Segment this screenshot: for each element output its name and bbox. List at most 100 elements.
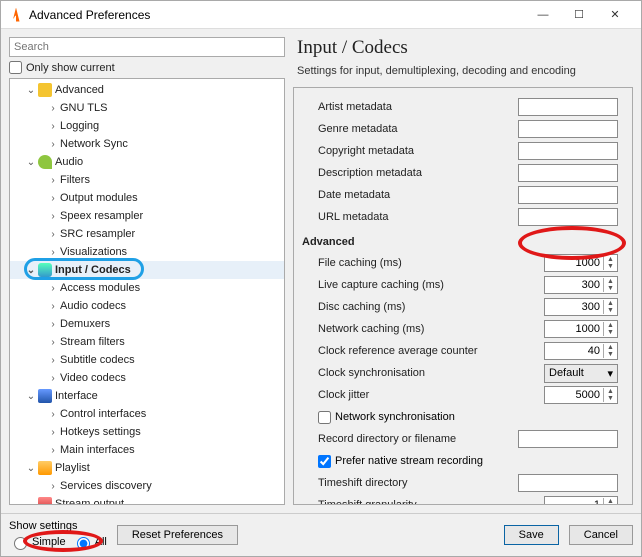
tree-category-audio[interactable]: ⌄Audio [10,153,284,171]
spinner-arrows-icon[interactable]: ▲▼ [603,344,617,358]
chevron-down-icon[interactable]: ⌄ [24,265,38,276]
chevron-right-icon[interactable]: › [46,175,60,186]
input-artist-metadata[interactable] [518,98,618,116]
chevron-right-icon[interactable]: › [46,409,60,420]
input-date-metadata[interactable] [518,186,618,204]
chevron-down-icon[interactable]: ⌄ [24,157,38,168]
chevron-right-icon[interactable]: › [46,481,60,492]
tree-item[interactable]: ›Subtitle codecs [10,351,284,369]
tree-item[interactable]: ›Access modules [10,279,284,297]
spin-clock-jitter[interactable]: ▲▼ [544,386,618,404]
radio-simple[interactable]: Simple [9,534,66,550]
chevron-right-icon[interactable]: › [46,445,60,456]
label-artist: Artist metadata [302,101,512,113]
spinner-arrows-icon[interactable]: ▲▼ [603,278,617,292]
checkbox-network-sync[interactable]: Network synchronisation [302,406,618,428]
spin-disc-caching[interactable]: ▲▼ [544,298,618,316]
show-settings-label: Show settings [9,520,107,532]
tree-item[interactable]: ›Video codecs [10,369,284,387]
label-desc: Description metadata [302,167,512,179]
label-record-dir: Record directory or filename [302,433,512,445]
tree-item[interactable]: ›Visualizations [10,243,284,261]
tree-item[interactable]: ›Stream filters [10,333,284,351]
spin-live-caching[interactable]: ▲▼ [544,276,618,294]
search-input[interactable] [9,37,285,57]
chevron-right-icon[interactable]: › [46,139,60,150]
chevron-right-icon[interactable]: › [46,373,60,384]
only-show-current-checkbox[interactable]: Only show current [9,61,285,74]
chevron-right-icon[interactable]: › [46,427,60,438]
category-icon [38,461,52,475]
close-button[interactable]: ✕ [597,4,633,26]
tree-item[interactable]: ›Network Sync [10,135,284,153]
preferences-tree[interactable]: ⌄Advanced›GNU TLS›Logging›Network Sync⌄A… [9,78,285,505]
chevron-down-icon[interactable]: ⌄ [24,499,38,506]
window-title: Advanced Preferences [29,8,525,22]
tree-item[interactable]: ›SRC resampler [10,225,284,243]
input-timeshift-directory[interactable] [518,474,618,492]
spin-file-caching[interactable]: ▲▼ [544,254,618,272]
select-clock-sync[interactable]: Default▾ [544,364,618,383]
chevron-down-icon[interactable]: ⌄ [24,463,38,474]
tree-item[interactable]: ›Control interfaces [10,405,284,423]
tree-category-advanced[interactable]: ⌄Advanced [10,81,284,99]
label-clock-avg: Clock reference average counter [302,345,538,357]
chevron-down-icon[interactable]: ⌄ [24,391,38,402]
label-network-caching: Network caching (ms) [302,323,538,335]
tree-item[interactable]: ›Main interfaces [10,441,284,459]
input-record-directory[interactable] [518,430,618,448]
category-icon [38,263,52,277]
chevron-right-icon[interactable]: › [46,283,60,294]
chevron-right-icon[interactable]: › [46,301,60,312]
checkbox-prefer-native[interactable]: Prefer native stream recording [302,450,618,472]
spinner-arrows-icon[interactable]: ▲▼ [603,256,617,270]
input-genre-metadata[interactable] [518,120,618,138]
spinner-arrows-icon[interactable]: ▲▼ [603,300,617,314]
spinner-arrows-icon[interactable]: ▲▼ [603,498,617,505]
tree-item[interactable]: ›Hotkeys settings [10,423,284,441]
input-copyright-metadata[interactable] [518,142,618,160]
save-button[interactable]: Save [504,525,559,545]
tree-category-playlist[interactable]: ⌄Playlist [10,459,284,477]
tree-item[interactable]: ›Filters [10,171,284,189]
chevron-right-icon[interactable]: › [46,355,60,366]
label-live-caching: Live capture caching (ms) [302,279,538,291]
radio-all[interactable]: All [72,534,107,550]
tree-item[interactable]: ›Output modules [10,189,284,207]
tree-item[interactable]: ›Speex resampler [10,207,284,225]
maximize-button[interactable]: ☐ [561,4,597,26]
spinner-arrows-icon[interactable]: ▲▼ [603,322,617,336]
chevron-right-icon[interactable]: › [46,229,60,240]
tree-category-interface[interactable]: ⌄Interface [10,387,284,405]
tree-item[interactable]: ›Services discovery [10,477,284,495]
chevron-right-icon[interactable]: › [46,337,60,348]
cancel-button[interactable]: Cancel [569,525,633,545]
label-file-caching: File caching (ms) [302,257,538,269]
input-url-metadata[interactable] [518,208,618,226]
category-icon [38,389,52,403]
reset-preferences-button[interactable]: Reset Preferences [117,525,238,545]
tree-item[interactable]: ›Demuxers [10,315,284,333]
chevron-right-icon[interactable]: › [46,121,60,132]
chevron-right-icon[interactable]: › [46,319,60,330]
chevron-right-icon[interactable]: › [46,211,60,222]
spin-clock-average[interactable]: ▲▼ [544,342,618,360]
chevron-right-icon[interactable]: › [46,103,60,114]
spinner-arrows-icon[interactable]: ▲▼ [603,388,617,402]
tree-item[interactable]: ›Audio codecs [10,297,284,315]
tree-category-input[interactable]: ⌄Input / Codecs [10,261,284,279]
chevron-down-icon[interactable]: ⌄ [24,85,38,96]
label-url: URL metadata [302,211,512,223]
vlc-icon [9,8,23,22]
minimize-button[interactable]: — [525,4,561,26]
spin-network-caching[interactable]: ▲▼ [544,320,618,338]
tree-item[interactable]: ›GNU TLS [10,99,284,117]
category-icon [38,497,52,505]
input-description-metadata[interactable] [518,164,618,182]
tree-category-stream[interactable]: ⌄Stream output [10,495,284,505]
titlebar: Advanced Preferences — ☐ ✕ [1,1,641,29]
spin-timeshift-granularity[interactable]: ▲▼ [544,496,618,505]
chevron-right-icon[interactable]: › [46,247,60,258]
tree-item[interactable]: ›Logging [10,117,284,135]
chevron-right-icon[interactable]: › [46,193,60,204]
